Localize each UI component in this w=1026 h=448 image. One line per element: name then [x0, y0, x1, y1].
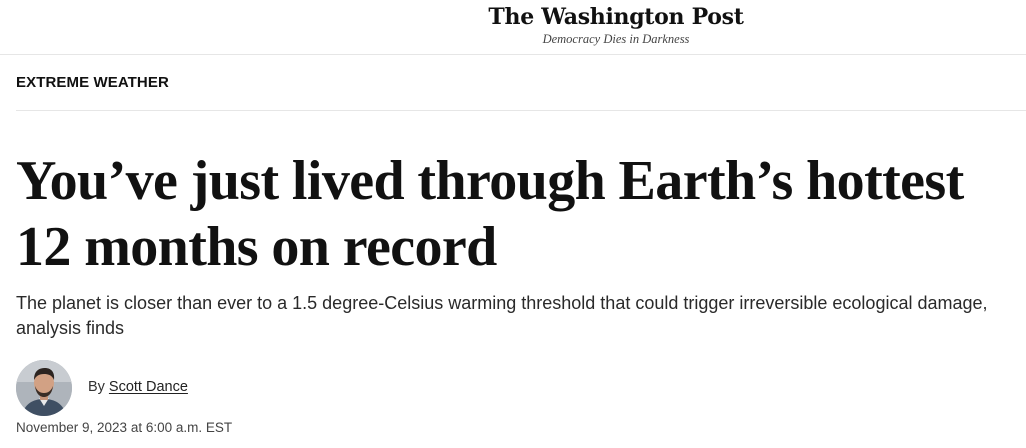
section-label[interactable]: EXTREME WEATHER	[16, 74, 169, 91]
washington-post-logo[interactable]: The Washington Post	[0, 4, 1026, 30]
byline: By Scott Dance	[88, 379, 188, 395]
publish-date: November 9, 2023 at 6:00 a.m. EST	[16, 420, 233, 435]
section-divider	[16, 110, 1026, 111]
author-link[interactable]: Scott Dance	[109, 379, 188, 395]
article-subheadline: The planet is closer than ever to a 1.5 …	[16, 293, 988, 338]
masthead: The Washington Post Democracy Dies in Da…	[0, 0, 1026, 55]
article-headline: You’ve just lived through Earth’s hottes…	[16, 150, 964, 278]
byline-prefix: By	[88, 379, 105, 395]
author-photo-icon	[16, 360, 72, 416]
author-avatar[interactable]	[16, 360, 72, 416]
masthead-tagline: Democracy Dies in Darkness	[542, 32, 690, 46]
